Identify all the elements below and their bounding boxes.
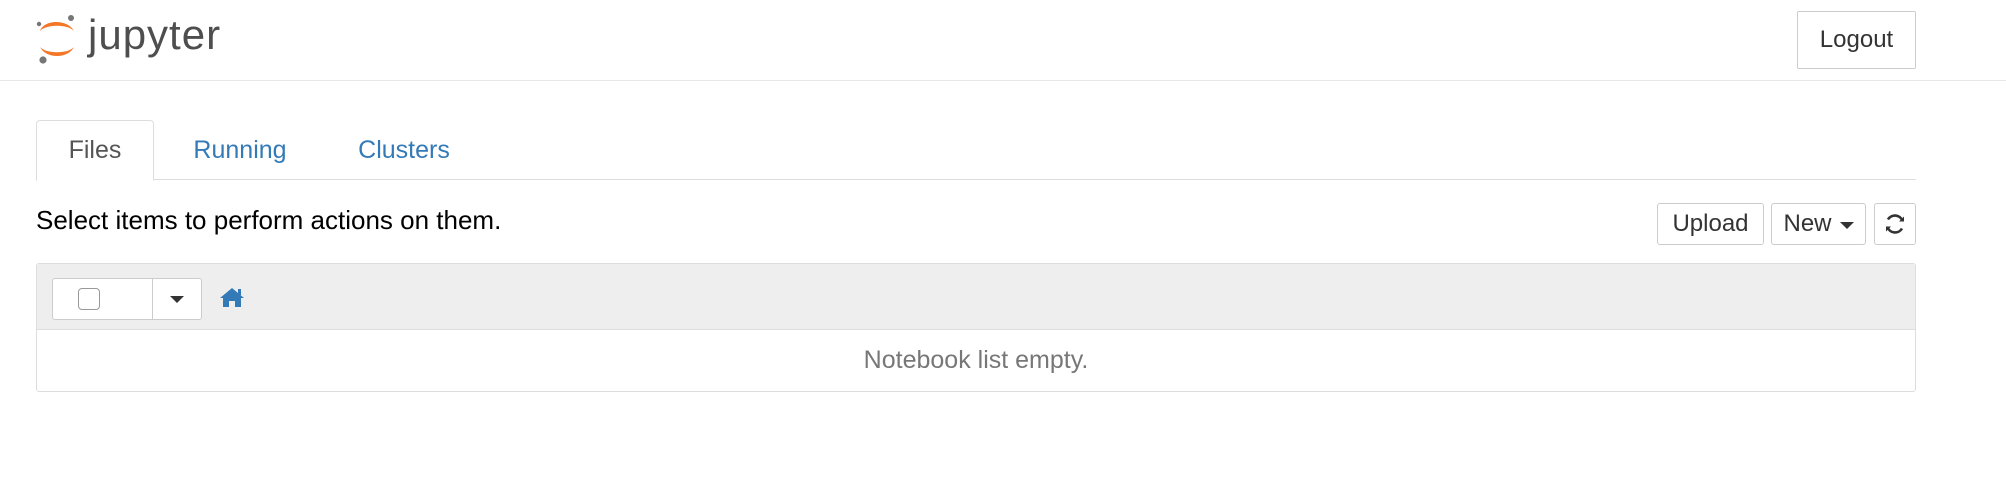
upload-button[interactable]: Upload (1657, 203, 1764, 245)
select-all-checkbox[interactable] (78, 288, 100, 310)
notebook-list: Notebook list empty. (36, 263, 1916, 392)
tab-running[interactable]: Running (170, 120, 310, 180)
home-icon[interactable] (219, 286, 245, 308)
select-all-toggle[interactable] (53, 279, 153, 319)
refresh-button[interactable] (1874, 203, 1916, 245)
logout-button[interactable]: Logout (1797, 11, 1916, 69)
tab-clusters[interactable]: Clusters (334, 120, 474, 180)
empty-list-message: Notebook list empty. (863, 346, 1089, 374)
selection-hint: Select items to perform actions on them. (36, 205, 502, 235)
notebook-list-header (37, 264, 1915, 330)
jupyter-logo-icon (36, 15, 74, 64)
chevron-down-icon (170, 295, 184, 303)
header: jupyter Logout (0, 0, 2006, 81)
select-options-dropdown[interactable] (153, 279, 201, 319)
new-dropdown-button[interactable]: New (1771, 203, 1866, 245)
main-tabs: Files Running Clusters (36, 120, 1916, 181)
jupyter-logo[interactable]: jupyter (34, 11, 221, 67)
tab-files[interactable]: Files (36, 120, 154, 181)
new-button-label: New (1783, 210, 1832, 237)
chevron-down-icon (1839, 222, 1854, 229)
refresh-icon (1886, 214, 1904, 234)
logo-text: jupyter (88, 11, 222, 58)
select-all-group (52, 278, 202, 320)
